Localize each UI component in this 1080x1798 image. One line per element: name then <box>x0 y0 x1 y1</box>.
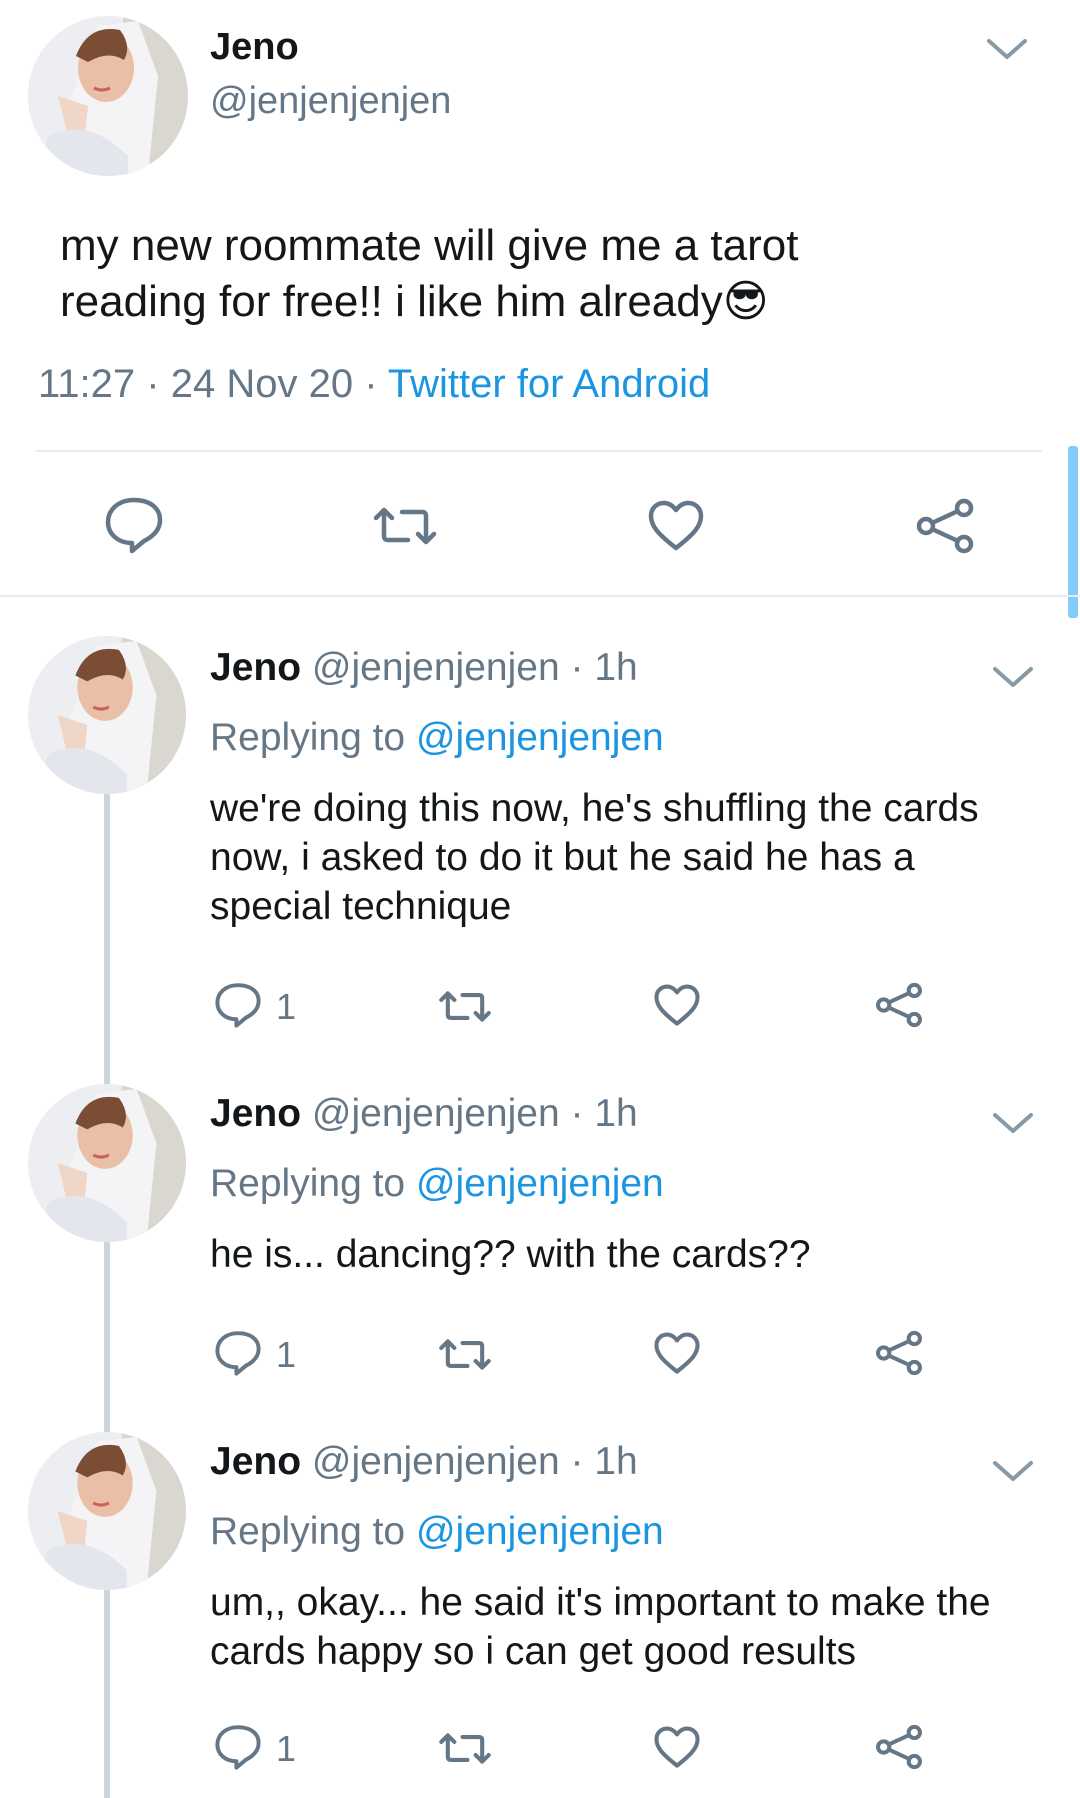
divider <box>36 450 1042 452</box>
replying-to-handle[interactable]: @jenjenjenjen <box>416 1510 664 1553</box>
reply-count: 1 <box>276 1334 297 1375</box>
handle[interactable]: @jenjenjenjen <box>312 1440 560 1483</box>
avatar-photo <box>28 636 186 794</box>
tweet-text: my new roommate will give me a tarot rea… <box>60 218 798 330</box>
replying-to: Replying to @jenjenjenjen <box>210 716 664 760</box>
reply-text-line: he is... dancing?? with the cards?? <box>210 1233 811 1276</box>
share-icon[interactable] <box>874 1724 924 1770</box>
tweet-text-line: reading for free!! i like him already😎 <box>60 274 798 330</box>
meta-separator: · <box>364 362 378 406</box>
reply-header: Jeno @jenjenjenjen · 1h <box>210 646 638 690</box>
like-icon[interactable] <box>654 984 700 1027</box>
like-icon[interactable] <box>654 1332 700 1375</box>
share-icon[interactable] <box>874 1330 924 1376</box>
avatar-photo <box>28 16 188 176</box>
avatar-photo <box>28 1084 186 1242</box>
handle[interactable]: @jenjenjenjen <box>312 1092 560 1135</box>
thread-line <box>104 790 110 1798</box>
avatar[interactable] <box>28 1432 186 1590</box>
tweet-text-fragment: reading for free!! i like him already <box>60 277 723 326</box>
divider <box>0 595 1080 597</box>
reply-text-line: now, i asked to do it but he said he has… <box>210 836 915 879</box>
replying-to: Replying to @jenjenjenjen <box>210 1162 664 1206</box>
chevron-down-icon[interactable] <box>990 1456 1036 1486</box>
reply-icon[interactable] <box>214 1330 262 1376</box>
reply-text-line: cards happy so i can get good results <box>210 1630 857 1673</box>
reply-count: 1 <box>276 1728 297 1769</box>
chevron-down-icon[interactable] <box>990 1108 1036 1138</box>
reply-text-line: special technique <box>210 885 512 928</box>
reply-text: um,, okay... he said it's important to m… <box>210 1578 991 1676</box>
replying-to-label: Replying to <box>210 1162 406 1205</box>
reply-header: Jeno @jenjenjenjen · 1h <box>210 1092 638 1136</box>
retweet-icon[interactable] <box>438 1732 492 1765</box>
like-icon[interactable] <box>648 500 704 552</box>
replying-to: Replying to @jenjenjenjen <box>210 1510 664 1554</box>
reply-icon[interactable] <box>214 982 262 1028</box>
chevron-down-icon[interactable] <box>990 662 1036 692</box>
meta-separator: · <box>146 362 160 406</box>
handle[interactable]: @jenjenjenjen <box>210 80 451 123</box>
tweet-source-link[interactable]: Twitter for Android <box>388 362 710 406</box>
handle[interactable]: @jenjenjenjen <box>312 646 560 689</box>
replying-to-label: Replying to <box>210 1510 406 1553</box>
avatar[interactable] <box>28 1084 186 1242</box>
reply-text-line: we're doing this now, he's shuffling the… <box>210 787 979 830</box>
display-name[interactable]: Jeno <box>210 26 299 69</box>
tweet-time: 11:27 <box>38 362 136 406</box>
avatar[interactable] <box>28 16 188 176</box>
replying-to-handle[interactable]: @jenjenjenjen <box>416 1162 664 1205</box>
chevron-down-icon[interactable] <box>984 34 1030 64</box>
replying-to-handle[interactable]: @jenjenjenjen <box>416 716 664 759</box>
tweet-meta: 11:27 · 24 Nov 20 · Twitter for Android <box>38 362 710 407</box>
tweet-date: 24 Nov 20 <box>170 362 354 406</box>
reply-text: we're doing this now, he's shuffling the… <box>210 784 979 931</box>
timestamp: · 1h <box>570 646 638 689</box>
timestamp: · 1h <box>570 1092 638 1135</box>
reply-header: Jeno @jenjenjenjen · 1h <box>210 1440 638 1484</box>
reply-icon[interactable] <box>104 496 164 554</box>
display-name[interactable]: Jeno <box>210 1440 301 1483</box>
like-icon[interactable] <box>654 1726 700 1769</box>
share-icon[interactable] <box>874 982 924 1028</box>
tweet-text-line: my new roommate will give me a tarot <box>60 221 799 270</box>
reply-text-line: um,, okay... he said it's important to m… <box>210 1581 991 1624</box>
avatar-photo <box>28 1432 186 1590</box>
scrollbar[interactable] <box>1068 446 1078 618</box>
retweet-icon[interactable] <box>372 506 438 546</box>
timestamp: · 1h <box>570 1440 638 1483</box>
replying-to-label: Replying to <box>210 716 406 759</box>
display-name[interactable]: Jeno <box>210 1092 301 1135</box>
reply-count: 1 <box>276 986 297 1027</box>
retweet-icon[interactable] <box>438 1338 492 1371</box>
avatar[interactable] <box>28 636 186 794</box>
reply-text: he is... dancing?? with the cards?? <box>210 1230 811 1279</box>
reply-icon[interactable] <box>214 1724 262 1770</box>
retweet-icon[interactable] <box>438 990 492 1023</box>
share-icon[interactable] <box>914 498 976 554</box>
display-name[interactable]: Jeno <box>210 646 301 689</box>
sunglasses-emoji: 😎 <box>722 277 769 326</box>
